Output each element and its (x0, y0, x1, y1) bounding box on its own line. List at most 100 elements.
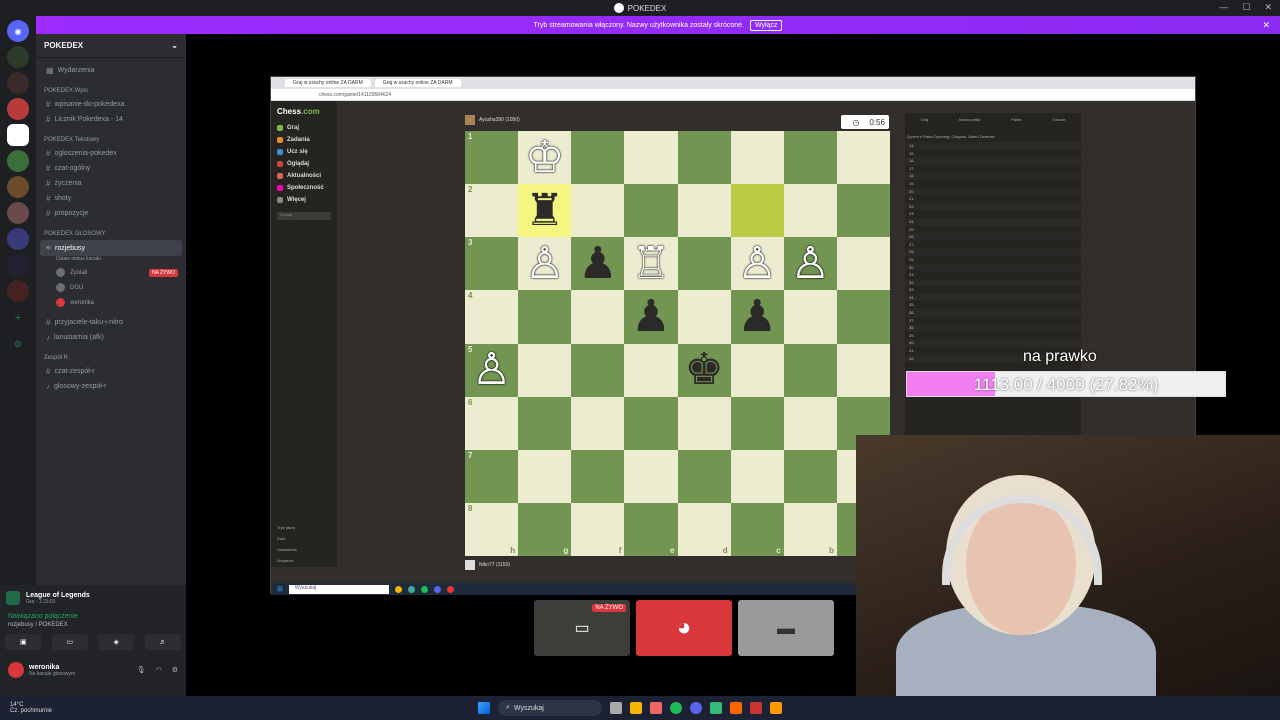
move-row[interactable]: 26. (905, 233, 1081, 241)
board-square-d4[interactable] (677, 290, 731, 344)
chess-search-input[interactable]: Szukaj (277, 212, 331, 220)
server-icon[interactable] (7, 98, 29, 120)
chess-piece[interactable]: ♟ (578, 241, 617, 286)
voice-channel-item[interactable]: 🔊︎ rozjebusy (40, 240, 182, 256)
board-square-f1[interactable] (571, 131, 625, 185)
server-icon[interactable] (7, 176, 29, 198)
move-row[interactable]: 23. (905, 210, 1081, 218)
tab-new-game[interactable]: Nowa partia (959, 117, 980, 131)
board-square-h5[interactable]: 5 ♙ (465, 343, 519, 397)
category-header[interactable]: Zespół R (36, 345, 186, 364)
move-row[interactable]: 15. (905, 150, 1081, 158)
channel-item[interactable]: # Licznik Pokedexa - 14 (36, 112, 186, 127)
board-square-h3[interactable]: 3 (465, 237, 519, 291)
board-square-e6[interactable] (624, 396, 678, 450)
nav-social[interactable]: Społeczność (271, 182, 337, 194)
server-icon-pokedex[interactable] (7, 124, 29, 146)
tab-games[interactable]: Partie (1011, 117, 1021, 131)
board-square-e2[interactable] (624, 184, 678, 238)
server-icon[interactable] (7, 280, 29, 302)
move-row[interactable]: 21. (905, 195, 1081, 203)
tab-players[interactable]: Gracze (1053, 117, 1066, 131)
nav-watch[interactable]: Oglądaj (271, 158, 337, 170)
category-header[interactable]: POKEDEX Wpis (36, 78, 186, 97)
microphone-icon[interactable]: 🎙︎ (137, 666, 146, 674)
board-square-d5[interactable]: ♚ (677, 343, 731, 397)
chess-piece[interactable]: ♙ (472, 348, 511, 392)
channel-item[interactable]: # czat-ogólny (36, 161, 186, 176)
board-square-f4[interactable] (571, 290, 625, 344)
taskbar-search[interactable]: ⌕ Wyszukaj (498, 700, 602, 716)
board-square-b5[interactable] (783, 343, 837, 397)
stream-tile-screen[interactable]: NA ŻYWO ▭ (534, 600, 630, 656)
nav-puzzles[interactable]: Zadania (271, 134, 337, 146)
board-square-f6[interactable] (571, 396, 625, 450)
board-square-g2[interactable]: ♜ (518, 184, 572, 238)
server-icon[interactable] (7, 228, 29, 250)
activities-button[interactable]: ◈ (98, 634, 135, 650)
board-square-h8[interactable]: 8h (465, 502, 519, 556)
close-banner-icon[interactable]: ✕ (1262, 20, 1270, 31)
category-header[interactable]: POKEDEX Tekstowy (36, 127, 186, 146)
server-icon[interactable] (7, 46, 29, 68)
board-square-d3[interactable] (677, 237, 731, 291)
board-square-d2[interactable] (677, 184, 731, 238)
nav-learn[interactable]: Ucz się (271, 146, 337, 158)
move-row[interactable]: 19. (905, 180, 1081, 188)
board-square-e3[interactable]: ♖ (624, 237, 678, 291)
board-square-b8[interactable]: b (783, 502, 837, 556)
stream-tile-discord[interactable]: ◕ (636, 600, 732, 656)
chess-piece[interactable]: ♚ (684, 348, 723, 392)
board-square-e7[interactable] (624, 449, 678, 503)
board-square-h4[interactable]: 4 (465, 290, 519, 344)
board-square-g3[interactable]: ♙ (518, 237, 572, 291)
close-button[interactable]: ✕ (1264, 2, 1272, 13)
move-row[interactable]: 35. (905, 301, 1081, 309)
board-square-g4[interactable] (518, 290, 572, 344)
chess-piece[interactable]: ♙ (737, 241, 776, 286)
server-icon[interactable] (7, 72, 29, 94)
server-icon[interactable] (7, 254, 29, 276)
chess-piece[interactable]: ♟ (631, 294, 670, 339)
board-square-b6[interactable] (783, 396, 837, 450)
move-row[interactable]: 31. (905, 271, 1081, 279)
address-bar[interactable]: chess.com/game/141139664624 (271, 89, 1195, 101)
channel-item[interactable]: # czat-zespół-r (36, 364, 186, 379)
chess-piece[interactable]: ♙ (525, 241, 564, 286)
board-square-h6[interactable]: 6 (465, 396, 519, 450)
board-square-f7[interactable] (571, 449, 625, 503)
board-square-e8[interactable]: e (624, 502, 678, 556)
board-square-b1[interactable] (783, 131, 837, 185)
board-square-b3[interactable]: ♙ (783, 237, 837, 291)
spotify-icon[interactable] (670, 702, 682, 714)
board-square-h1[interactable]: 1 (465, 131, 519, 185)
explore-icon[interactable]: ◎ (7, 332, 29, 354)
chess-piece[interactable]: ♖ (631, 241, 670, 286)
board-square-a4[interactable] (836, 290, 890, 344)
stream-tile-avatar[interactable]: ▬ (738, 600, 834, 656)
board-square-c2[interactable] (730, 184, 784, 238)
move-row[interactable]: 32. (905, 278, 1081, 287)
board-square-f3[interactable]: ♟ (571, 237, 625, 291)
move-row[interactable]: 14. (905, 142, 1081, 150)
move-row[interactable]: 40. (905, 339, 1081, 348)
move-row[interactable]: 29. (905, 256, 1081, 264)
support-link[interactable]: Wsparcie (277, 558, 294, 563)
task-view-icon[interactable] (610, 702, 622, 714)
board-square-g5[interactable] (518, 343, 572, 397)
move-row[interactable]: 25. (905, 226, 1081, 234)
move-row[interactable]: 17. (905, 165, 1081, 173)
channel-item[interactable]: # przyjaciele-taku-i-nitro (36, 310, 186, 330)
chess-piece[interactable]: ♙ (791, 241, 830, 286)
minimize-button[interactable]: — (1219, 2, 1228, 13)
move-row[interactable]: 33. (905, 286, 1081, 294)
bottom-player[interactable]: Niko77 (1150) (465, 560, 510, 570)
board-square-d8[interactable]: d (677, 502, 731, 556)
start-icon[interactable] (478, 702, 490, 714)
board-square-g6[interactable] (518, 396, 572, 450)
move-row[interactable]: 27. (905, 241, 1081, 249)
move-row[interactable]: 18. (905, 172, 1081, 180)
move-row[interactable]: 36. (905, 309, 1081, 317)
board-square-f5[interactable] (571, 343, 625, 397)
chess-piece[interactable]: ♔ (525, 135, 564, 180)
